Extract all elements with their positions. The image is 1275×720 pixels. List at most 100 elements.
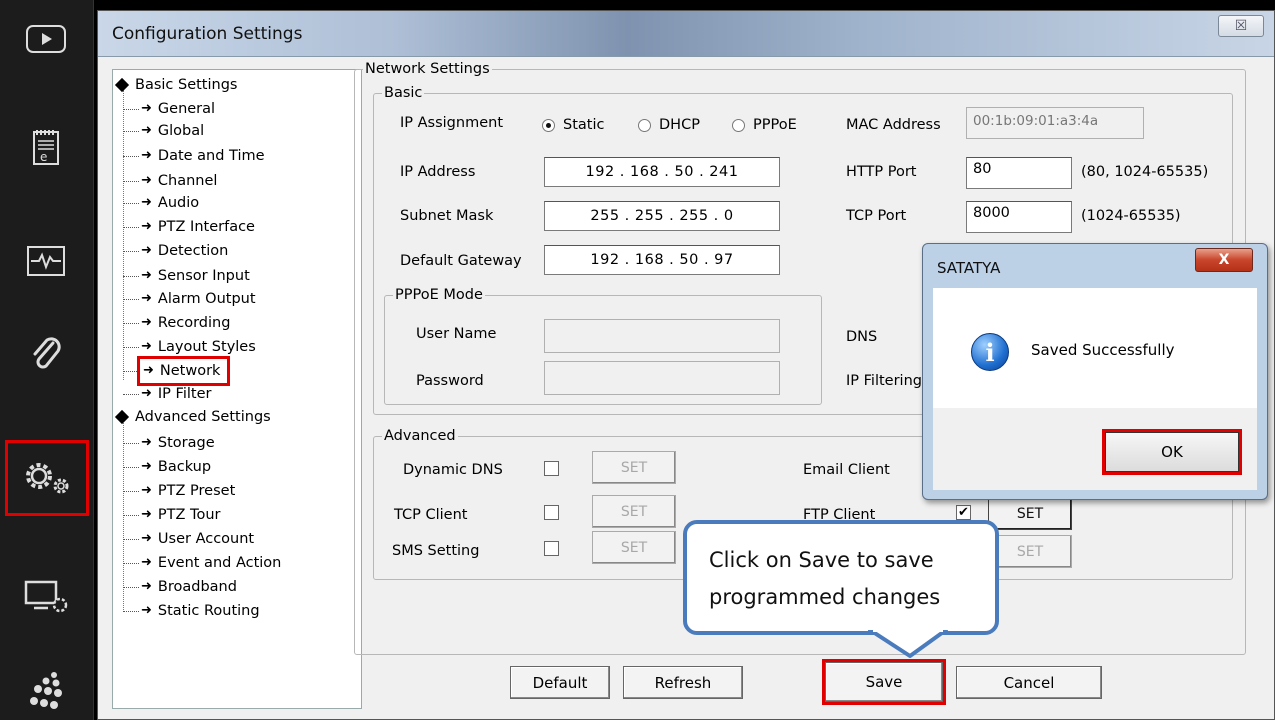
event-log-icon[interactable]: e [17,122,75,172]
radio-pppoe[interactable]: PPPoE [732,117,797,133]
group-title: PPPoE Mode [393,286,485,304]
tree-item-label: Layout Styles [157,339,256,355]
apps-grid-icon[interactable] [17,664,75,714]
tree-item-ip-filter[interactable]: ➜ IP Filter [123,383,211,405]
refresh-button[interactable]: Refresh [623,666,743,699]
svg-text:e: e [40,150,47,164]
radio-dot [542,118,555,132]
window-title: Configuration Settings [112,24,303,44]
tree-root-advanced-settings[interactable]: Advanced Settings [113,406,271,428]
tree-item-ptz-interface[interactable]: ➜ PTZ Interface [123,216,255,238]
selected-highlight: ➜ Network [136,356,231,386]
sms-setting-set-button[interactable]: SET [592,531,676,564]
tree-item-label: Channel [157,173,218,189]
dns-label: DNS [846,329,878,345]
password-label: Password [416,373,484,389]
ip-assignment-label: IP Assignment [400,115,504,131]
ftp-client-set-button[interactable]: SET [988,497,1072,530]
health-monitor-icon[interactable] [17,236,75,286]
tree-item-recording[interactable]: ➜ Recording [123,312,230,334]
tcp-port-range: (1024-65535) [1081,208,1181,224]
tree-item-label: Event and Action [157,555,282,571]
window-close-button[interactable]: ☒ [1218,15,1264,37]
dynamic-dns-checkbox[interactable] [544,461,559,476]
tree-item-alarm-output[interactable]: ➜ Alarm Output [123,288,256,310]
subnet-mask-field[interactable]: 255 . 255 . 255 . 0 [544,201,780,231]
password-field [544,361,780,395]
info-icon: i [971,333,1009,371]
cancel-button[interactable]: Cancel [956,666,1102,699]
arrow-right-icon: ➜ [141,603,152,618]
tree-item-channel[interactable]: ➜ Channel [123,170,217,192]
group-title: Basic [382,84,425,102]
ftp-client-checkbox[interactable]: ✔ [956,505,971,520]
default-gateway-label: Default Gateway [400,253,522,269]
tree-item-detection[interactable]: ➜ Detection [123,240,228,262]
tree-item-backup[interactable]: ➜ Backup [123,456,211,478]
tree-item-date-and-time[interactable]: ➜ Date and Time [123,145,265,167]
arrow-right-icon: ➜ [141,291,152,306]
mac-address-field: 00:1b:09:01:a3:4a [966,107,1144,139]
attachment-icon[interactable] [17,330,75,380]
http-port-field[interactable]: 80 [966,157,1072,189]
arrow-right-icon: ➜ [141,531,152,546]
radio-static[interactable]: Static [542,117,604,133]
tree-item-global[interactable]: ➜ Global [123,120,204,142]
radio-dhcp[interactable]: DHCP [638,117,700,133]
default-gateway-field[interactable]: 192 . 168 . 50 . 97 [544,245,780,275]
arrow-right-icon: ➜ [141,483,152,498]
arrow-right-icon: ➜ [141,148,152,163]
arrow-right-icon: ➜ [141,219,152,234]
arrow-right-icon: ➜ [143,363,154,378]
tree-item-network[interactable]: ➜ Network [123,356,231,386]
callout-pointer [868,630,948,658]
diamond-bullet-icon [114,77,130,93]
play-icon[interactable] [17,14,75,64]
diamond-bullet-icon [114,409,130,425]
tree-item-broadband[interactable]: ➜ Broadband [123,576,237,598]
instruction-callout: Click on Save to save programmed changes [683,520,999,635]
default-button[interactable]: Default [510,666,610,699]
msgbox-body: i Saved Successfully [933,288,1257,408]
settings-gears-icon[interactable] [5,440,89,516]
sms-setting-checkbox[interactable] [544,541,559,556]
tree-item-event-and-action[interactable]: ➜ Event and Action [123,552,281,574]
dynamic-dns-set-button[interactable]: SET [592,451,676,484]
arrow-right-icon: ➜ [141,173,152,188]
username-label: User Name [416,326,497,342]
tcp-port-field[interactable]: 8000 [966,201,1072,233]
display-settings-icon[interactable] [17,572,75,622]
ok-button[interactable]: OK [1102,429,1242,475]
msgbox-close-button[interactable]: X [1195,248,1253,272]
tree-item-audio[interactable]: ➜ Audio [123,192,199,214]
radio-label: Static [563,117,605,133]
arrow-right-icon: ➜ [141,268,152,283]
save-button[interactable]: Save [822,659,946,705]
mac-address-label: MAC Address [846,117,941,133]
tree-item-static-routing[interactable]: ➜ Static Routing [123,600,260,622]
left-toolbar: e [0,0,94,720]
tree-item-label: Sensor Input [157,268,250,284]
tcp-port-label: TCP Port [846,208,907,224]
tree-item-storage[interactable]: ➜ Storage [123,432,215,454]
tcp-client-label: TCP Client [394,507,468,523]
tcp-client-set-button[interactable]: SET [592,495,676,528]
tree-item-layout-styles[interactable]: ➜ Layout Styles [123,336,256,358]
close-icon: X [1218,252,1230,268]
tcp-client-checkbox[interactable] [544,505,559,520]
tree-item-sensor-input[interactable]: ➜ Sensor Input [123,265,250,287]
tree-item-label: PTZ Preset [157,483,236,499]
tree-item-ptz-preset[interactable]: ➜ PTZ Preset [123,480,235,502]
tree-root-basic-settings[interactable]: Basic Settings [113,74,237,96]
tree-item-label: Network [159,363,221,379]
radio-label: PPPoE [753,117,797,133]
tree-item-general[interactable]: ➜ General [123,98,215,120]
extra-set-button[interactable]: SET [988,535,1072,568]
tree-item-user-account[interactable]: ➜ User Account [123,528,254,550]
tree-item-ptz-tour[interactable]: ➜ PTZ Tour [123,504,220,526]
callout-text: Click on Save to save programmed changes [709,542,940,616]
ip-address-field[interactable]: 192 . 168 . 50 . 241 [544,157,780,187]
subnet-mask-label: Subnet Mask [400,208,494,224]
arrow-right-icon: ➜ [141,339,152,354]
arrow-right-icon: ➜ [141,555,152,570]
